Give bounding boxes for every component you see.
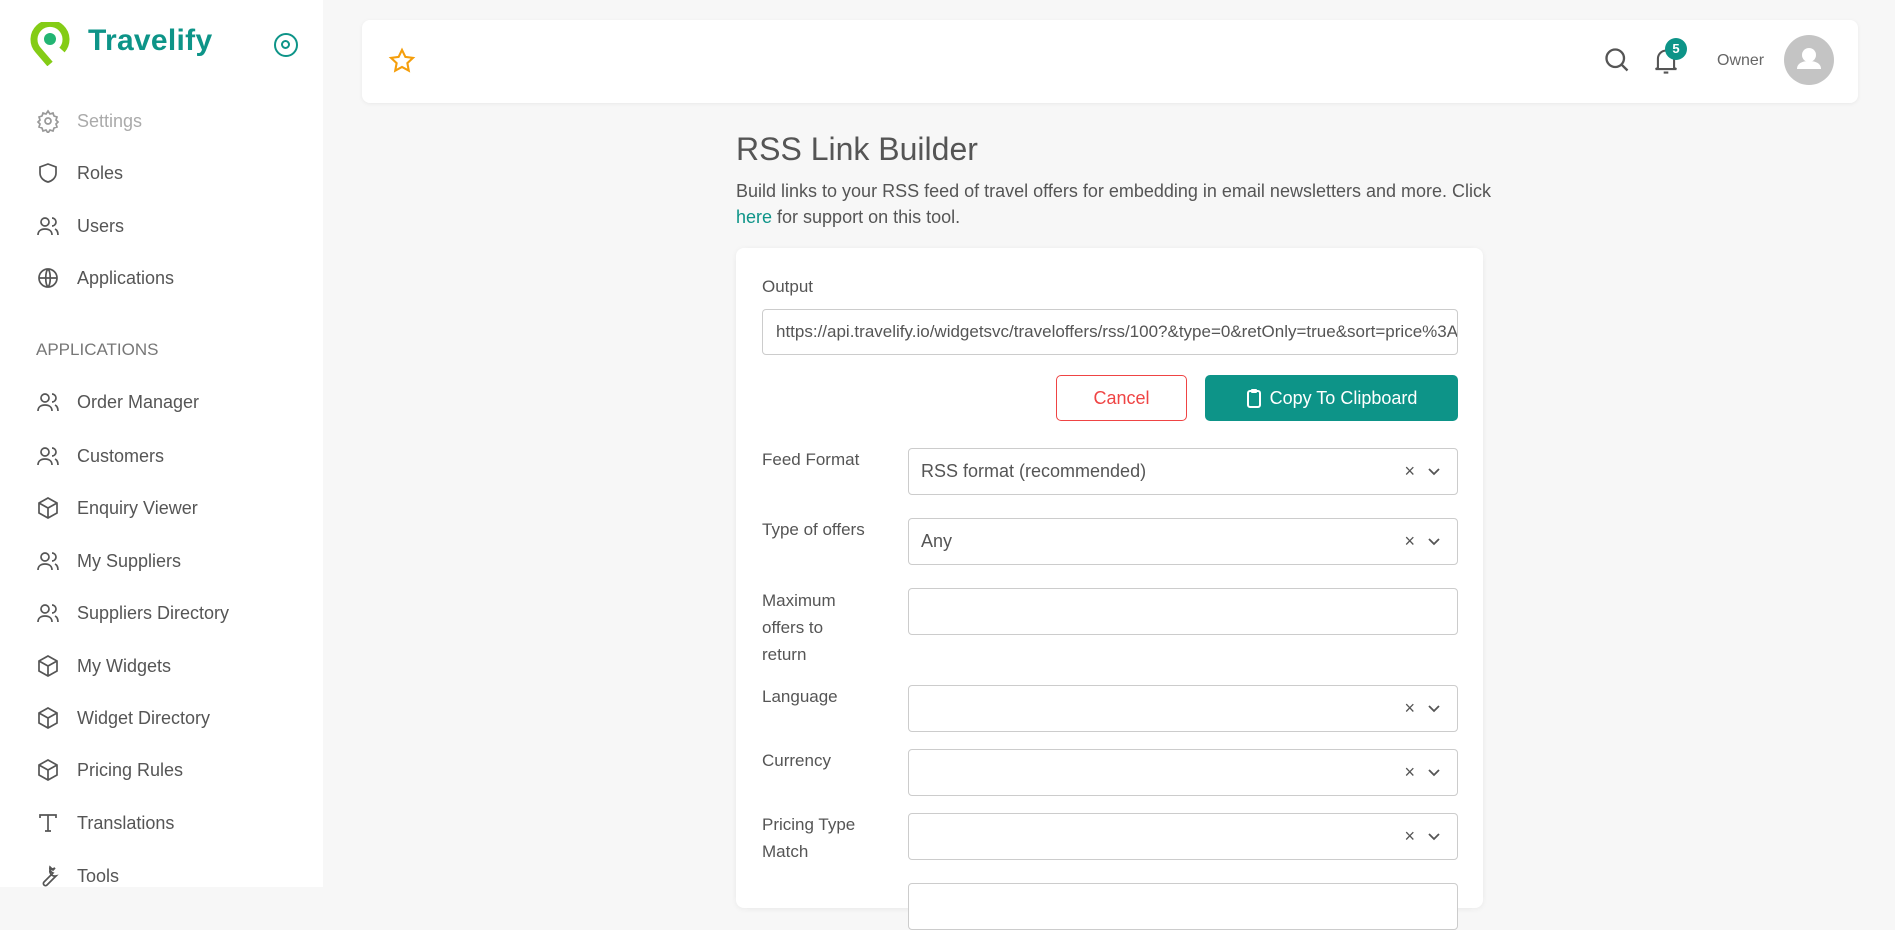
currency-label: Currency	[762, 751, 831, 770]
shield-icon	[39, 163, 57, 183]
sidebar-item-my-widgets[interactable]: My Widgets	[0, 644, 323, 688]
sidebar-item-translations[interactable]: Translations	[0, 801, 323, 845]
page-description: Build links to your RSS feed of travel o…	[736, 181, 1492, 227]
clear-icon[interactable]: ×	[1404, 698, 1415, 719]
feed-format-select[interactable]: RSS format (recommended) ×	[908, 448, 1458, 495]
text-icon	[39, 814, 57, 832]
box-icon	[38, 707, 58, 729]
clear-icon[interactable]: ×	[1404, 826, 1415, 847]
sidebar-item-users[interactable]: Users	[0, 204, 323, 248]
output-field[interactable]: https://api.travelify.io/widgetsvc/trave…	[762, 309, 1458, 355]
user-name[interactable]: Owner	[1717, 52, 1764, 70]
search-icon[interactable]	[1603, 46, 1631, 74]
gear-icon	[36, 109, 60, 133]
sidebar-toggle-icon[interactable]	[274, 33, 298, 57]
language-label: Language	[762, 687, 838, 706]
avatar[interactable]	[1784, 35, 1834, 85]
currency-select[interactable]: ×	[908, 749, 1458, 796]
users-icon	[37, 604, 59, 623]
next-field-select[interactable]	[908, 883, 1458, 930]
clear-icon[interactable]: ×	[1404, 531, 1415, 552]
clipboard-icon	[1246, 389, 1261, 408]
top-header	[362, 20, 1858, 103]
sidebar-item-suppliers-directory[interactable]: Suppliers Directory	[0, 591, 323, 635]
type-of-offers-select[interactable]: Any ×	[908, 518, 1458, 565]
users-icon	[37, 552, 59, 571]
sidebar-item-customers[interactable]: Customers	[0, 434, 323, 478]
sidebar-item-order-manager[interactable]: Order Manager	[0, 380, 323, 424]
box-icon	[38, 655, 58, 677]
max-offers-input[interactable]	[908, 588, 1458, 635]
copy-to-clipboard-button[interactable]: Copy To Clipboard	[1205, 375, 1458, 421]
brand-name: Travelify	[88, 24, 213, 57]
sidebar-item-tools[interactable]: Tools	[0, 854, 323, 898]
sidebar-item-applications[interactable]: Applications	[0, 256, 323, 300]
sidebar-item-pricing-rules[interactable]: Pricing Rules	[0, 748, 323, 792]
max-offers-label: Maximum offers to return	[762, 591, 836, 664]
user-icon	[1797, 48, 1821, 69]
sidebar-item-settings[interactable]: Settings	[0, 99, 323, 143]
notification-badge: 5	[1665, 38, 1687, 60]
globe-icon	[38, 268, 58, 288]
sidebar-item-my-suppliers[interactable]: My Suppliers	[0, 539, 323, 583]
favorite-star-icon[interactable]	[388, 47, 416, 75]
chevron-down-icon[interactable]	[1425, 763, 1443, 781]
users-icon	[37, 393, 59, 412]
users-icon	[37, 447, 59, 466]
clear-icon[interactable]: ×	[1404, 461, 1415, 482]
chevron-down-icon[interactable]	[1425, 532, 1443, 550]
clear-icon[interactable]: ×	[1404, 762, 1415, 783]
box-icon	[38, 759, 58, 781]
cancel-button[interactable]: Cancel	[1056, 375, 1187, 421]
output-label: Output	[762, 277, 814, 296]
pricing-type-match-label: Pricing Type Match	[762, 815, 856, 861]
language-select[interactable]: ×	[908, 685, 1458, 732]
pricing-type-match-select[interactable]: ×	[908, 813, 1458, 860]
chevron-down-icon[interactable]	[1425, 827, 1443, 845]
wrench-icon	[42, 865, 59, 887]
chevron-down-icon[interactable]	[1425, 699, 1443, 717]
sidebar-item-widget-directory[interactable]: Widget Directory	[0, 696, 323, 740]
users-icon	[37, 217, 59, 236]
page-title: RSS Link Builder	[736, 131, 978, 167]
section-label-applications: APPLICATIONS	[36, 340, 159, 359]
support-link[interactable]: here	[736, 207, 772, 227]
box-icon	[38, 497, 58, 519]
sidebar: Travelify Settings Roles Users Applicati…	[0, 0, 323, 887]
travelify-logo-icon	[30, 22, 70, 66]
sidebar-item-enquiry-viewer[interactable]: Enquiry Viewer	[0, 486, 323, 530]
type-of-offers-label: Type of offers	[762, 520, 865, 539]
feed-format-label: Feed Format	[762, 450, 860, 469]
chevron-down-icon[interactable]	[1425, 462, 1443, 480]
sidebar-item-roles[interactable]: Roles	[0, 151, 323, 195]
